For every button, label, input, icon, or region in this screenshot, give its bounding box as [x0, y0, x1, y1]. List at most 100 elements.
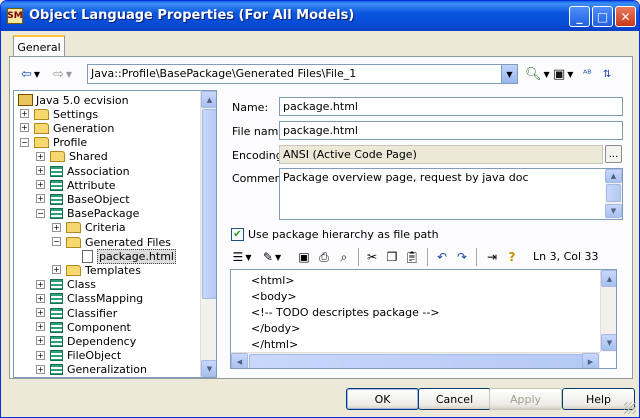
tree-item[interactable]: − Profile: [20, 136, 87, 150]
metaclass-icon: [50, 293, 63, 305]
scroll-up-button[interactable]: ▲: [605, 169, 622, 183]
tree-item[interactable]: + Shared: [36, 150, 108, 164]
cancel-button[interactable]: Cancel: [418, 388, 491, 410]
tree-item-label: BaseObject: [67, 192, 130, 206]
package-hierarchy-checkbox[interactable]: ✔: [231, 228, 244, 241]
tree-scrollbar[interactable]: ▲ ▼: [200, 91, 216, 377]
chevron-down-icon[interactable]: ▼: [501, 64, 518, 84]
editor-vertical-scrollbar[interactable]: ▲ ▼: [600, 270, 616, 352]
expand-icon[interactable]: +: [52, 222, 61, 232]
expand-icon[interactable]: +: [36, 293, 45, 303]
scroll-up-button[interactable]: ▲: [601, 270, 616, 287]
expand-icon[interactable]: +: [36, 166, 45, 175]
tree-item[interactable]: + Criteria: [52, 221, 126, 235]
print-icon[interactable]: ⎙: [317, 249, 331, 265]
expand-icon[interactable]: +: [20, 109, 29, 119]
apply-button[interactable]: Apply: [489, 388, 562, 410]
tree-item[interactable]: −Java 5.0 ecvision: [18, 93, 129, 107]
tab-general[interactable]: General: [13, 35, 65, 57]
expand-icon[interactable]: +: [36, 350, 45, 360]
code-editor[interactable]: <html> <body> <!-- TODO descriptes package…: [230, 269, 617, 369]
tree-item[interactable]: package.html: [82, 248, 176, 264]
expand-icon[interactable]: +: [36, 336, 45, 346]
collapse-icon[interactable]: −: [36, 208, 45, 218]
expand-icon[interactable]: +: [36, 279, 45, 289]
tree-view[interactable]: −Java 5.0 ecvision + Settings+Generation−P…: [13, 90, 217, 378]
expand-icon[interactable]: +: [20, 123, 29, 133]
collapse-icon[interactable]: −: [52, 237, 61, 246]
tree-item-label: BasePackage: [67, 207, 140, 221]
comment-text: Package overview page, request by java d…: [283, 171, 529, 184]
find-icon[interactable]: ⌕: [337, 249, 351, 265]
tree-item-label: Templates: [85, 263, 141, 277]
tree-item[interactable]: + Generalization: [36, 363, 147, 377]
comment-scrollbar[interactable]: ▲ ▼: [605, 169, 622, 219]
tree-item[interactable]: + Class: [36, 278, 96, 292]
tree-item[interactable]: + Templates: [52, 263, 141, 277]
tree-item[interactable]: + ClassMapping: [36, 292, 144, 306]
editor-horizontal-scrollbar[interactable]: ◀ ▶: [231, 352, 600, 368]
scroll-left-button[interactable]: ◀: [231, 353, 248, 368]
name-input[interactable]: package.html: [279, 97, 623, 116]
tree-item[interactable]: + Component: [36, 320, 131, 334]
tree-item[interactable]: + Association: [36, 164, 130, 178]
close-button[interactable]: ✕: [615, 6, 636, 27]
expand-icon[interactable]: +: [36, 308, 45, 317]
scroll-down-button[interactable]: ▼: [601, 334, 616, 351]
tree-item-label: Settings: [53, 107, 99, 121]
expand-icon[interactable]: +: [36, 180, 45, 190]
encoding-browse-button[interactable]: ...: [605, 145, 622, 163]
tree-item-label: Class: [67, 278, 96, 292]
help-icon[interactable]: ?: [505, 249, 519, 265]
app-icon: SM: [7, 8, 23, 24]
tree-item[interactable]: + Dependency: [36, 334, 136, 348]
spell-check-icon[interactable]: ᴬᴮ: [583, 65, 592, 83]
ok-button[interactable]: OK: [346, 388, 419, 410]
comment-textarea[interactable]: Package overview page, request by java d…: [279, 168, 623, 220]
tree-item-label: Association: [67, 164, 130, 178]
copy-icon[interactable]: ❐: [385, 249, 399, 265]
collapse-icon[interactable]: −: [20, 137, 29, 147]
tree-item[interactable]: − Generated Files: [52, 235, 171, 249]
expand-icon[interactable]: +: [36, 151, 45, 161]
goto-line-icon[interactable]: ⇥: [485, 249, 499, 265]
minimize-button[interactable]: _: [569, 6, 590, 27]
tree-item[interactable]: + Settings: [20, 107, 99, 121]
sort-icon[interactable]: ⇅: [603, 65, 611, 83]
redo-icon[interactable]: ↷: [455, 249, 469, 265]
paste-icon[interactable]: 📋︎: [404, 249, 419, 265]
tree-item[interactable]: + Classifier: [36, 306, 117, 320]
find-icon[interactable]: 🔍︎ ▼: [525, 65, 550, 83]
tree-item[interactable]: + Generation: [20, 121, 114, 135]
scroll-thumb[interactable]: [606, 184, 621, 202]
expand-icon[interactable]: +: [36, 322, 45, 332]
tree-item-label: Generated Files: [85, 235, 171, 249]
tree-item[interactable]: + FileObject: [36, 349, 121, 363]
title-bar[interactable]: SM Object Language Properties (For All M…: [1, 1, 639, 31]
path-combobox[interactable]: Java::Profile\BasePackage\Generated File…: [87, 64, 503, 84]
scroll-down-button[interactable]: ▼: [605, 204, 622, 218]
scroll-right-button[interactable]: ▶: [582, 353, 599, 368]
cut-icon[interactable]: ✂: [365, 249, 379, 265]
save-icon[interactable]: ▣ ▼: [553, 65, 573, 83]
scroll-thumb[interactable]: [249, 354, 589, 368]
tree-item[interactable]: + BaseObject: [36, 192, 130, 206]
maximize-button[interactable]: □: [592, 6, 613, 27]
undo-icon[interactable]: ↶: [435, 249, 449, 265]
tree-item-label: ClassMapping: [67, 292, 144, 306]
tree-item[interactable]: − BasePackage: [36, 207, 140, 221]
editor-menu-icon[interactable]: ☰ ▼: [233, 249, 252, 265]
forward-icon[interactable]: ⇨ ▼: [53, 65, 72, 83]
filename-input[interactable]: package.html: [279, 121, 623, 140]
expand-icon[interactable]: +: [52, 265, 61, 275]
insert-template-icon[interactable]: ✎ ▼: [263, 249, 281, 265]
scroll-thumb[interactable]: [202, 109, 216, 299]
resize-grip[interactable]: [624, 402, 636, 414]
expand-icon[interactable]: +: [36, 194, 45, 204]
tree-item[interactable]: + Attribute: [36, 178, 116, 192]
scroll-up-button[interactable]: ▲: [201, 91, 216, 108]
save-icon[interactable]: ▣: [297, 249, 311, 265]
scroll-down-button[interactable]: ▼: [201, 360, 216, 377]
expand-icon[interactable]: +: [36, 364, 45, 374]
back-icon[interactable]: ⇦ ▼: [21, 65, 40, 83]
